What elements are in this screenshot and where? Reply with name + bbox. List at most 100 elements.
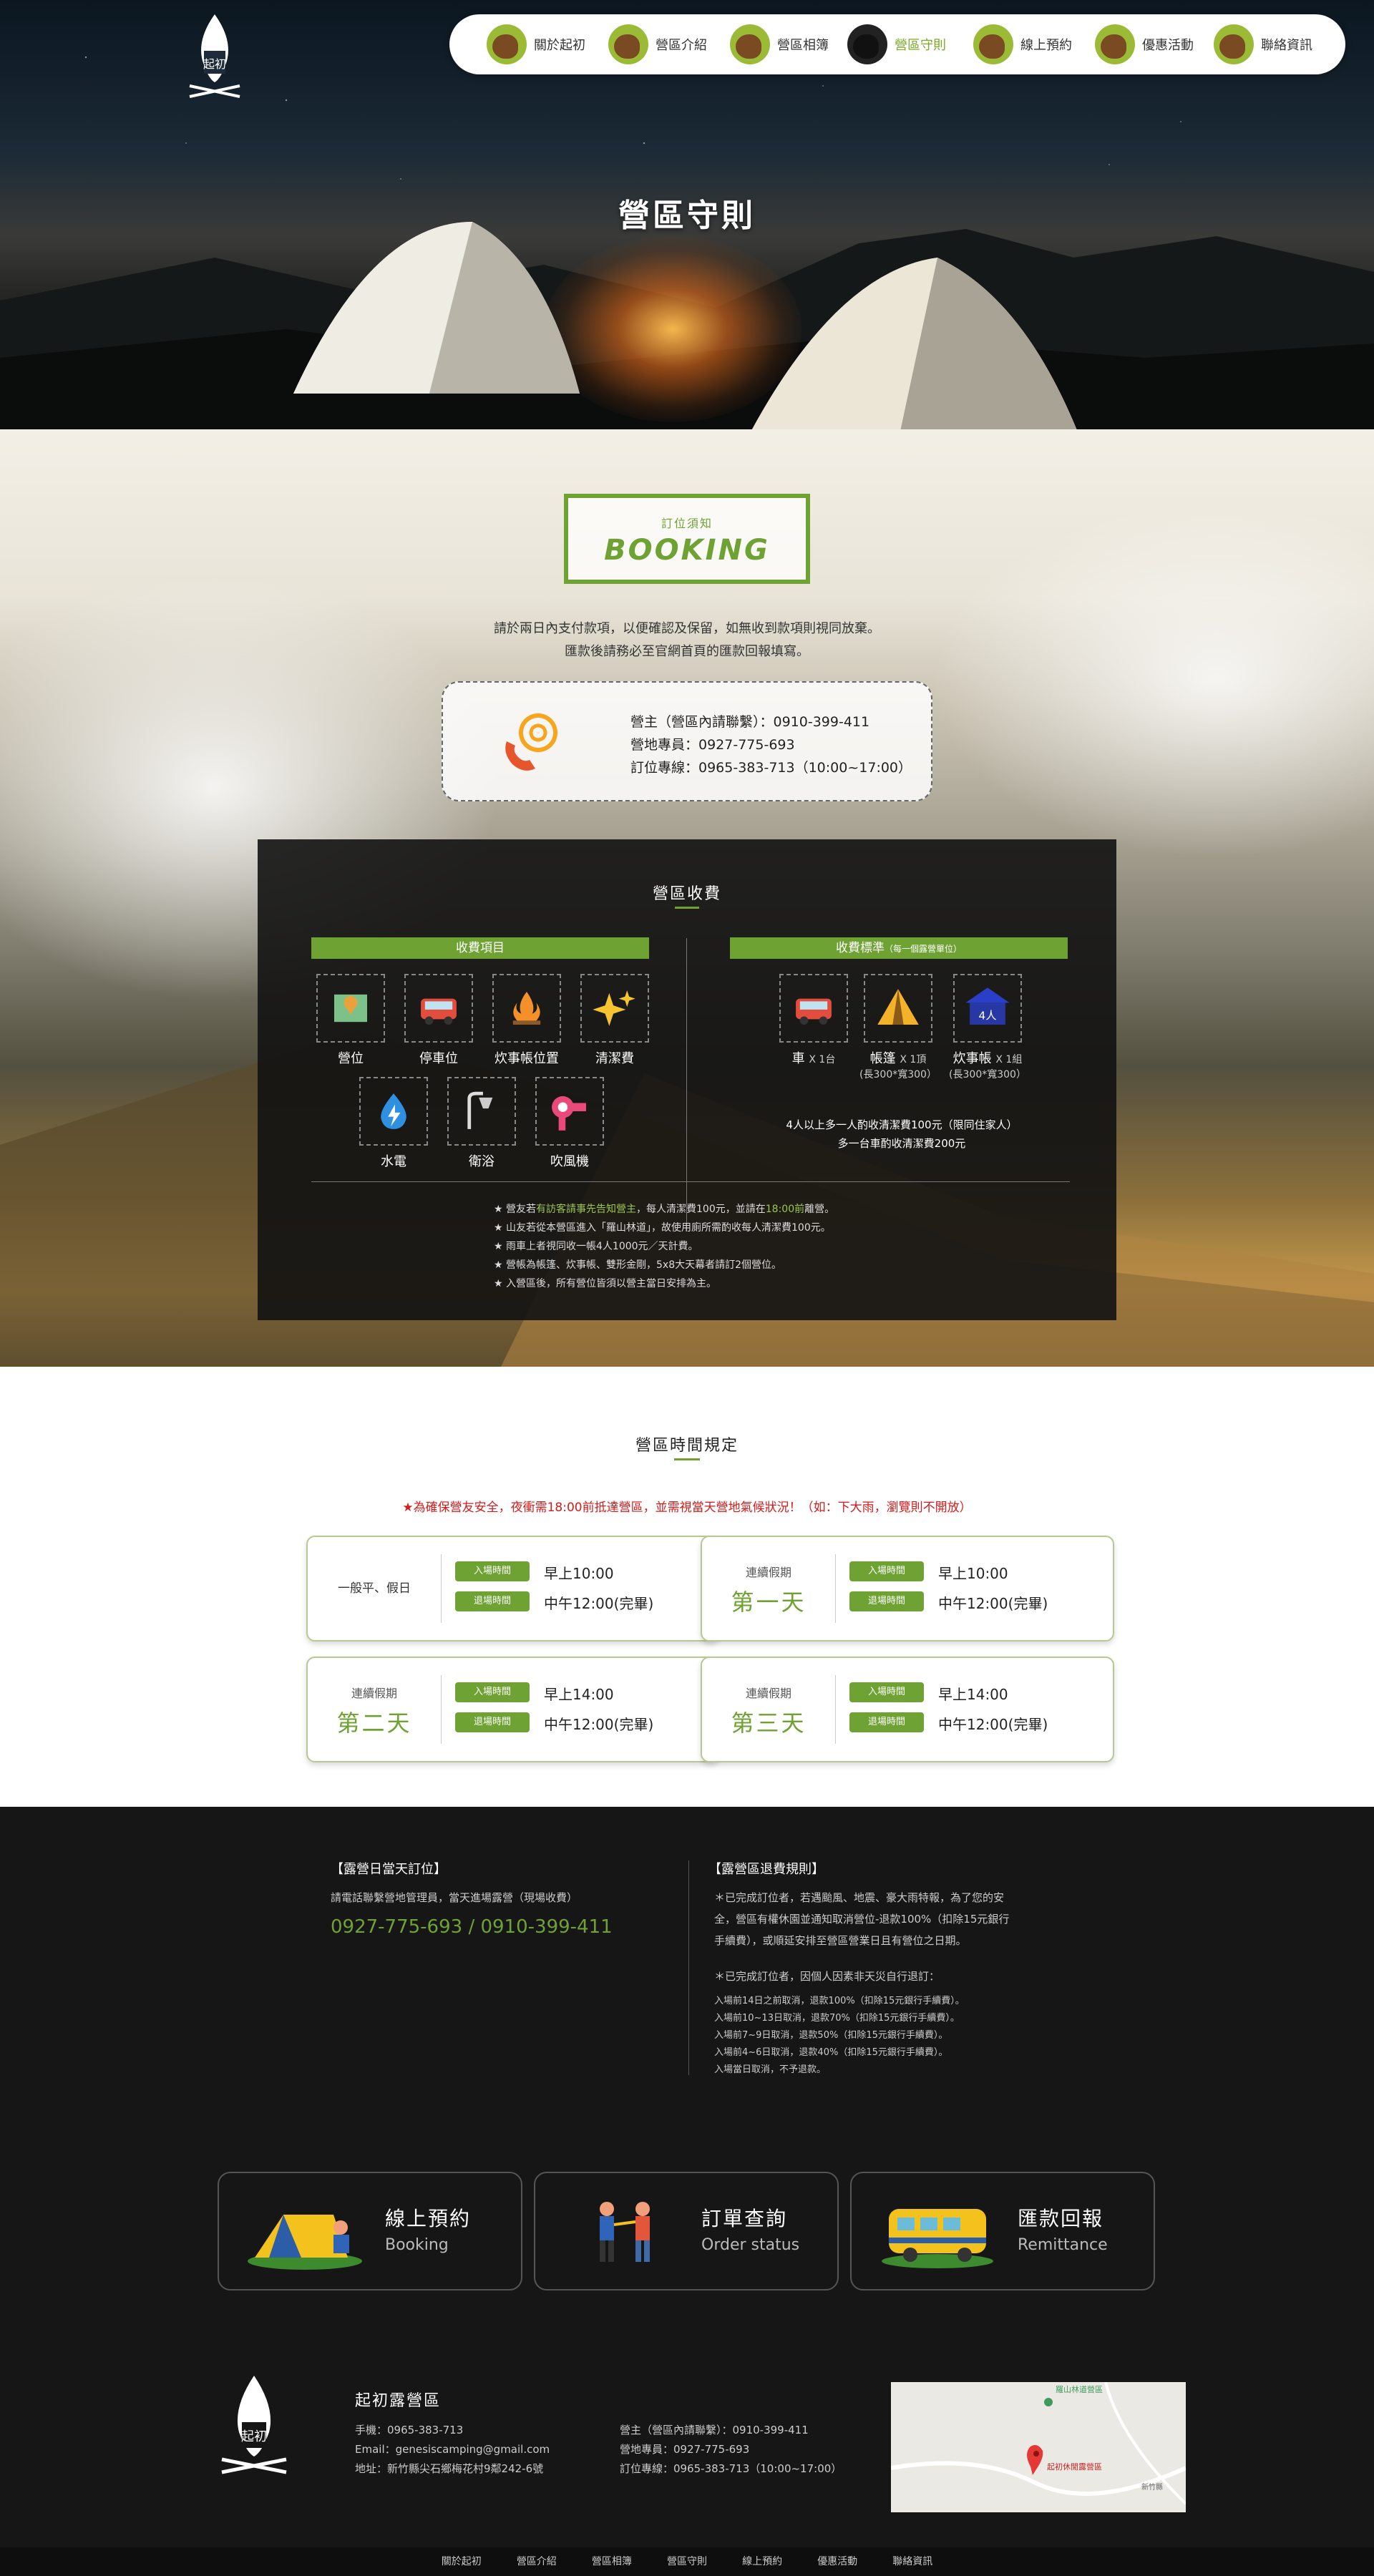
svg-text:起初: 起初 bbox=[241, 2429, 267, 2444]
refund-line: 入場前10~13日取消，退款70%（扣除15元銀行手續費）。 bbox=[714, 2013, 960, 2024]
card-divider bbox=[441, 1675, 442, 1744]
card-small: 連續假期 bbox=[351, 1687, 397, 1700]
nav-item-promo[interactable]: 優惠活動 bbox=[1095, 21, 1194, 67]
time-section: 營區時間規定 ★為確保營友安全，夜衝需18:00前抵達營區，並需視當天營地氣候狀… bbox=[0, 1367, 1374, 1807]
time-card-day1: 連續假期 第一天 入場時間 早上10:00 退場時間 中午12:00(完畢) bbox=[701, 1536, 1114, 1641]
nav-item-rules[interactable]: 營區守則 bbox=[847, 21, 946, 67]
footer-mobile: 手機：0965-383-713 bbox=[355, 2424, 464, 2436]
bear-icon bbox=[1095, 24, 1135, 64]
footer-link[interactable]: 營區相簿 bbox=[592, 2547, 632, 2576]
site-logo[interactable]: 起初 bbox=[182, 11, 247, 111]
nav-item-intro[interactable]: 營區介紹 bbox=[608, 21, 707, 67]
footer-link[interactable]: 關於起初 bbox=[442, 2547, 482, 2576]
fee-item-bathroom: 衛浴 bbox=[446, 1077, 517, 1170]
fee-item-kitchen: 炊事帳位置 bbox=[491, 974, 562, 1067]
quick-sub: Remittance bbox=[1018, 2236, 1108, 2254]
checkin-time: 早上14:00 bbox=[544, 1686, 614, 1703]
fee-note: ★ 入營區後，所有營位皆須以營主當日安排為主。 bbox=[494, 1278, 716, 1289]
booking-section: 訂位須知 BOOKING 請於兩日內支付款項，以便確認及保留，如無收到款項則視同… bbox=[0, 429, 1374, 1367]
bear-icon bbox=[730, 24, 770, 64]
fee-item-label: 停車位 bbox=[419, 1051, 458, 1066]
refund-line: 入場前4~6日取消，退款40%（扣除15元銀行手續費）。 bbox=[714, 2047, 948, 2058]
refund-line: 手續費），或順延安排至營區營業日且有營位之日期。 bbox=[714, 1934, 967, 1947]
main-nav: 關於起初 營區介紹 營區相簿 營區守則 線上預約 優惠活動 聯絡資訊 bbox=[449, 14, 1345, 74]
checkin-time: 早上14:00 bbox=[938, 1686, 1008, 1703]
card-big: 第二天 bbox=[336, 1709, 412, 1737]
checkout-time: 中午12:00(完畢) bbox=[544, 1595, 654, 1612]
note-highlight: 18:00前 bbox=[765, 1204, 805, 1215]
checkin-pill: 入場時間 bbox=[455, 1682, 530, 1702]
quick-title: 匯款回報 bbox=[1018, 2207, 1104, 2230]
refund-line: 入場前7~9日取消，退款50%（扣除15元銀行手續費）。 bbox=[714, 2030, 948, 2041]
nav-label: 優惠活動 bbox=[1142, 38, 1194, 53]
fee-note: ★ 營友若有訪客請事先告知營主，每人清潔費100元，並請在18:00前離營。 bbox=[494, 1201, 834, 1216]
refund-title: 【露營區退費規則】 bbox=[708, 1862, 824, 1877]
tent-left bbox=[293, 222, 580, 394]
footer-link[interactable]: 營區介紹 bbox=[517, 2547, 557, 2576]
nav-item-about[interactable]: 關於起初 bbox=[487, 21, 585, 67]
footer-link[interactable]: 線上預約 bbox=[742, 2547, 782, 2576]
online-booking-button[interactable]: 線上預約 Booking bbox=[218, 2172, 522, 2290]
fee-items-header: 收費項目 bbox=[311, 937, 649, 959]
contact-line: 營主（營區內請聯繫）：0910-399-411 bbox=[630, 714, 870, 730]
nav-item-booking[interactable]: 線上預約 bbox=[973, 21, 1072, 67]
title-underline bbox=[675, 907, 699, 909]
card-big: 第三天 bbox=[731, 1709, 807, 1737]
footer-email[interactable]: Email：genesiscamping@gmail.com bbox=[355, 2441, 550, 2457]
refund-line: 入場前14日之前取消，退款100%（扣除15元銀行手續費）。 bbox=[714, 1996, 965, 2006]
fee-item-cleaning: 清潔費 bbox=[579, 974, 651, 1067]
checkout-pill: 退場時間 bbox=[455, 1591, 530, 1611]
nav-item-album[interactable]: 營區相簿 bbox=[730, 21, 829, 67]
shower-icon bbox=[447, 1077, 516, 1146]
info-divider bbox=[688, 1860, 689, 2075]
standard-tent: 帳篷 X 1頂 (長300*寬300） bbox=[855, 974, 941, 1081]
checkout-time: 中午12:00(完畢) bbox=[938, 1595, 1048, 1612]
booking-heading-box: 訂位須知 BOOKING bbox=[564, 494, 810, 584]
fee-extra-line: 4人以上多一人酌收清潔費100元（限同住家人） bbox=[786, 1118, 1018, 1131]
card-divider bbox=[835, 1554, 836, 1623]
footer-contact: 營主（營區內請聯繫）：0910-399-411 bbox=[620, 2424, 809, 2436]
tent-icon bbox=[864, 974, 932, 1043]
campfire-icon bbox=[492, 974, 561, 1043]
standard-qty: X 1頂 bbox=[900, 1054, 927, 1065]
nav-item-contact[interactable]: 聯絡資訊 bbox=[1214, 21, 1312, 67]
card-small: 連續假期 bbox=[745, 1566, 791, 1579]
contact-line: 營地專員：0927-775-693 bbox=[630, 737, 795, 753]
standard-label: 炊事帳 bbox=[952, 1051, 992, 1066]
fee-hr bbox=[311, 1181, 1070, 1182]
location-map[interactable]: 羅山林道營區 起初休閒露營區 新竹縣 bbox=[891, 2382, 1186, 2512]
time-title: 營區時間規定 bbox=[635, 1437, 739, 1455]
car-icon bbox=[779, 974, 848, 1043]
svg-text:羅山林道營區: 羅山林道營區 bbox=[1056, 2384, 1103, 2394]
same-day-title: 【露營日當天訂位】 bbox=[331, 1862, 447, 1877]
time-card-regular: 一般平、假日 入場時間 早上10:00 退場時間 中午12:00(完畢) bbox=[306, 1536, 720, 1641]
contact-box: 營主（營區內請聯繫）：0910-399-411 營地專員：0927-775-69… bbox=[442, 681, 932, 801]
order-status-button[interactable]: 訂單查詢 Order status bbox=[534, 2172, 839, 2290]
standard-canopy: 4人 炊事帳 X 1組 (長300*寬300） bbox=[945, 974, 1030, 1081]
fee-item-label: 炊事帳位置 bbox=[494, 1051, 559, 1066]
checkout-pill: 退場時間 bbox=[455, 1712, 530, 1732]
footer-link[interactable]: 優惠活動 bbox=[817, 2547, 857, 2576]
remittance-button[interactable]: 匯款回報 Remittance bbox=[850, 2172, 1155, 2290]
fee-item-utilities: 水電 bbox=[358, 1077, 429, 1170]
same-day-phone[interactable]: 0927-775-693 / 0910-399-411 bbox=[331, 1916, 613, 1938]
booking-subtitle: 訂位須知 bbox=[661, 517, 713, 530]
water-electric-icon bbox=[359, 1077, 428, 1146]
fee-panel: 營區收費 收費項目 收費標準（每一個露營單位） 營位 停車位 炊事帳位置 清潔費… bbox=[258, 839, 1116, 1320]
time-card-day3: 連續假期 第三天 入場時間 早上14:00 退場時間 中午12:00(完畢) bbox=[701, 1657, 1114, 1762]
card-divider bbox=[835, 1675, 836, 1744]
page-title: 營區守則 bbox=[618, 197, 756, 234]
fee-divider bbox=[686, 938, 687, 1231]
nav-label: 關於起初 bbox=[534, 38, 585, 53]
camper-van-icon bbox=[882, 2209, 993, 2268]
card-small: 連續假期 bbox=[745, 1687, 791, 1700]
footer-logo: 起初 bbox=[221, 2376, 287, 2474]
refund-line: ＊已完成訂位者，因個人因素非天災自行退訂： bbox=[714, 1970, 940, 1983]
footer-link[interactable]: 營區守則 bbox=[667, 2547, 707, 2576]
title-underline bbox=[674, 1458, 700, 1460]
fee-note: ★ 雨車上者視同收一帳4人1000元／天計費。 bbox=[494, 1241, 698, 1252]
note-text: 離營。 bbox=[804, 1204, 835, 1215]
nav-label: 聯絡資訊 bbox=[1261, 38, 1312, 53]
quick-sub: Booking bbox=[385, 2236, 449, 2254]
footer-link[interactable]: 聯絡資訊 bbox=[892, 2547, 932, 2576]
